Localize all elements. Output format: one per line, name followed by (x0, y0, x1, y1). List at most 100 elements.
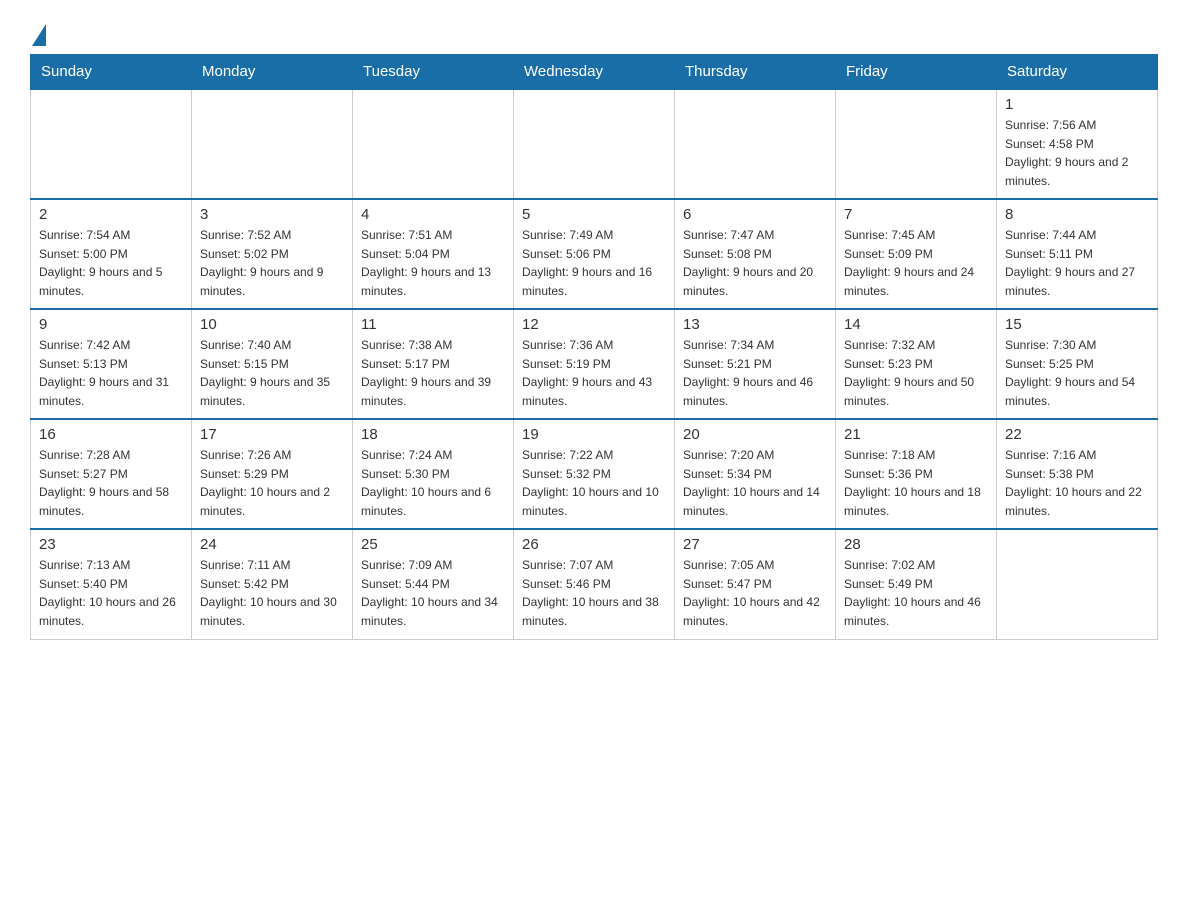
day-number: 16 (39, 426, 183, 443)
calendar-cell: 4 Sunrise: 7:51 AMSunset: 5:04 PMDaylight… (353, 199, 514, 309)
day-info: Sunrise: 7:44 AMSunset: 5:11 PMDaylight:… (1005, 226, 1149, 300)
day-number: 22 (1005, 426, 1149, 443)
day-info: Sunrise: 7:49 AMSunset: 5:06 PMDaylight:… (522, 226, 666, 300)
calendar-cell (997, 529, 1158, 639)
calendar-cell: 19 Sunrise: 7:22 AMSunset: 5:32 PMDayligh… (514, 419, 675, 529)
calendar-cell (192, 89, 353, 199)
day-info: Sunrise: 7:54 AMSunset: 5:00 PMDaylight:… (39, 226, 183, 300)
calendar-table: SundayMondayTuesdayWednesdayThursdayFrid… (30, 54, 1158, 640)
calendar-cell: 23 Sunrise: 7:13 AMSunset: 5:40 PMDayligh… (31, 529, 192, 639)
day-info: Sunrise: 7:20 AMSunset: 5:34 PMDaylight:… (683, 446, 827, 520)
day-number: 23 (39, 536, 183, 553)
day-number: 28 (844, 536, 988, 553)
calendar-cell: 18 Sunrise: 7:24 AMSunset: 5:30 PMDayligh… (353, 419, 514, 529)
calendar-cell: 17 Sunrise: 7:26 AMSunset: 5:29 PMDayligh… (192, 419, 353, 529)
day-info: Sunrise: 7:45 AMSunset: 5:09 PMDaylight:… (844, 226, 988, 300)
day-number: 7 (844, 206, 988, 223)
calendar-cell: 22 Sunrise: 7:16 AMSunset: 5:38 PMDayligh… (997, 419, 1158, 529)
day-number: 6 (683, 206, 827, 223)
day-number: 8 (1005, 206, 1149, 223)
day-info: Sunrise: 7:40 AMSunset: 5:15 PMDaylight:… (200, 336, 344, 410)
day-number: 5 (522, 206, 666, 223)
calendar-cell: 13 Sunrise: 7:34 AMSunset: 5:21 PMDayligh… (675, 309, 836, 419)
day-number: 2 (39, 206, 183, 223)
day-number: 4 (361, 206, 505, 223)
day-info: Sunrise: 7:22 AMSunset: 5:32 PMDaylight:… (522, 446, 666, 520)
calendar-cell: 15 Sunrise: 7:30 AMSunset: 5:25 PMDayligh… (997, 309, 1158, 419)
calendar-cell: 6 Sunrise: 7:47 AMSunset: 5:08 PMDaylight… (675, 199, 836, 309)
day-number: 12 (522, 316, 666, 333)
logo (30, 20, 46, 44)
calendar-cell: 21 Sunrise: 7:18 AMSunset: 5:36 PMDayligh… (836, 419, 997, 529)
day-info: Sunrise: 7:07 AMSunset: 5:46 PMDaylight:… (522, 556, 666, 630)
column-header-saturday: Saturday (997, 55, 1158, 90)
week-row-4: 16 Sunrise: 7:28 AMSunset: 5:27 PMDayligh… (31, 419, 1158, 529)
day-number: 25 (361, 536, 505, 553)
day-info: Sunrise: 7:26 AMSunset: 5:29 PMDaylight:… (200, 446, 344, 520)
day-number: 20 (683, 426, 827, 443)
calendar-cell: 12Sunrise: 7:36 AMSunset: 5:19 PMDayligh… (514, 309, 675, 419)
day-info: Sunrise: 7:47 AMSunset: 5:08 PMDaylight:… (683, 226, 827, 300)
day-info: Sunrise: 7:51 AMSunset: 5:04 PMDaylight:… (361, 226, 505, 300)
column-header-sunday: Sunday (31, 55, 192, 90)
day-info: Sunrise: 7:09 AMSunset: 5:44 PMDaylight:… (361, 556, 505, 630)
calendar-cell: 28 Sunrise: 7:02 AMSunset: 5:49 PMDayligh… (836, 529, 997, 639)
day-info: Sunrise: 7:05 AMSunset: 5:47 PMDaylight:… (683, 556, 827, 630)
day-info: Sunrise: 7:13 AMSunset: 5:40 PMDaylight:… (39, 556, 183, 630)
day-number: 1 (1005, 96, 1149, 113)
page-header (30, 20, 1158, 44)
calendar-cell: 10 Sunrise: 7:40 AMSunset: 5:15 PMDayligh… (192, 309, 353, 419)
calendar-cell: 25 Sunrise: 7:09 AMSunset: 5:44 PMDayligh… (353, 529, 514, 639)
day-number: 18 (361, 426, 505, 443)
calendar-cell (836, 89, 997, 199)
calendar-cell: 9 Sunrise: 7:42 AMSunset: 5:13 PMDaylight… (31, 309, 192, 419)
column-header-wednesday: Wednesday (514, 55, 675, 90)
calendar-cell (675, 89, 836, 199)
day-number: 21 (844, 426, 988, 443)
column-header-tuesday: Tuesday (353, 55, 514, 90)
day-number: 27 (683, 536, 827, 553)
calendar-cell (514, 89, 675, 199)
calendar-cell: 7 Sunrise: 7:45 AMSunset: 5:09 PMDaylight… (836, 199, 997, 309)
calendar-cell: 26 Sunrise: 7:07 AMSunset: 5:46 PMDayligh… (514, 529, 675, 639)
calendar-cell (31, 89, 192, 199)
day-number: 24 (200, 536, 344, 553)
week-row-5: 23 Sunrise: 7:13 AMSunset: 5:40 PMDayligh… (31, 529, 1158, 639)
day-info: Sunrise: 7:16 AMSunset: 5:38 PMDaylight:… (1005, 446, 1149, 520)
day-number: 9 (39, 316, 183, 333)
day-info: Sunrise: 7:42 AMSunset: 5:13 PMDaylight:… (39, 336, 183, 410)
calendar-cell: 14 Sunrise: 7:32 AMSunset: 5:23 PMDayligh… (836, 309, 997, 419)
calendar-cell: 2 Sunrise: 7:54 AMSunset: 5:00 PMDaylight… (31, 199, 192, 309)
day-info: Sunrise: 7:56 AMSunset: 4:58 PMDaylight:… (1005, 116, 1149, 190)
calendar-cell: 24 Sunrise: 7:11 AMSunset: 5:42 PMDayligh… (192, 529, 353, 639)
day-info: Sunrise: 7:52 AMSunset: 5:02 PMDaylight:… (200, 226, 344, 300)
day-info: Sunrise: 7:18 AMSunset: 5:36 PMDaylight:… (844, 446, 988, 520)
day-number: 3 (200, 206, 344, 223)
day-number: 11 (361, 316, 505, 333)
week-row-3: 9 Sunrise: 7:42 AMSunset: 5:13 PMDaylight… (31, 309, 1158, 419)
day-number: 13 (683, 316, 827, 333)
day-info: Sunrise: 7:24 AMSunset: 5:30 PMDaylight:… (361, 446, 505, 520)
day-info: Sunrise: 7:02 AMSunset: 5:49 PMDaylight:… (844, 556, 988, 630)
day-info: Sunrise: 7:32 AMSunset: 5:23 PMDaylight:… (844, 336, 988, 410)
day-number: 14 (844, 316, 988, 333)
calendar-cell: 16 Sunrise: 7:28 AMSunset: 5:27 PMDayligh… (31, 419, 192, 529)
day-info: Sunrise: 7:34 AMSunset: 5:21 PMDaylight:… (683, 336, 827, 410)
day-info: Sunrise: 7:28 AMSunset: 5:27 PMDaylight:… (39, 446, 183, 520)
day-number: 19 (522, 426, 666, 443)
logo-triangle-icon (32, 24, 46, 46)
calendar-cell: 1 Sunrise: 7:56 AMSunset: 4:58 PMDaylight… (997, 89, 1158, 199)
calendar-cell: 5 Sunrise: 7:49 AMSunset: 5:06 PMDaylight… (514, 199, 675, 309)
calendar-cell: 27 Sunrise: 7:05 AMSunset: 5:47 PMDayligh… (675, 529, 836, 639)
week-row-1: 1 Sunrise: 7:56 AMSunset: 4:58 PMDaylight… (31, 89, 1158, 199)
day-number: 17 (200, 426, 344, 443)
day-info: Sunrise: 7:30 AMSunset: 5:25 PMDaylight:… (1005, 336, 1149, 410)
column-header-monday: Monday (192, 55, 353, 90)
day-number: 15 (1005, 316, 1149, 333)
day-info: Sunrise: 7:38 AMSunset: 5:17 PMDaylight:… (361, 336, 505, 410)
day-number: 10 (200, 316, 344, 333)
day-info: Sunrise: 7:11 AMSunset: 5:42 PMDaylight:… (200, 556, 344, 630)
calendar-cell: 20 Sunrise: 7:20 AMSunset: 5:34 PMDayligh… (675, 419, 836, 529)
calendar-cell: 8 Sunrise: 7:44 AMSunset: 5:11 PMDaylight… (997, 199, 1158, 309)
day-number: 26 (522, 536, 666, 553)
